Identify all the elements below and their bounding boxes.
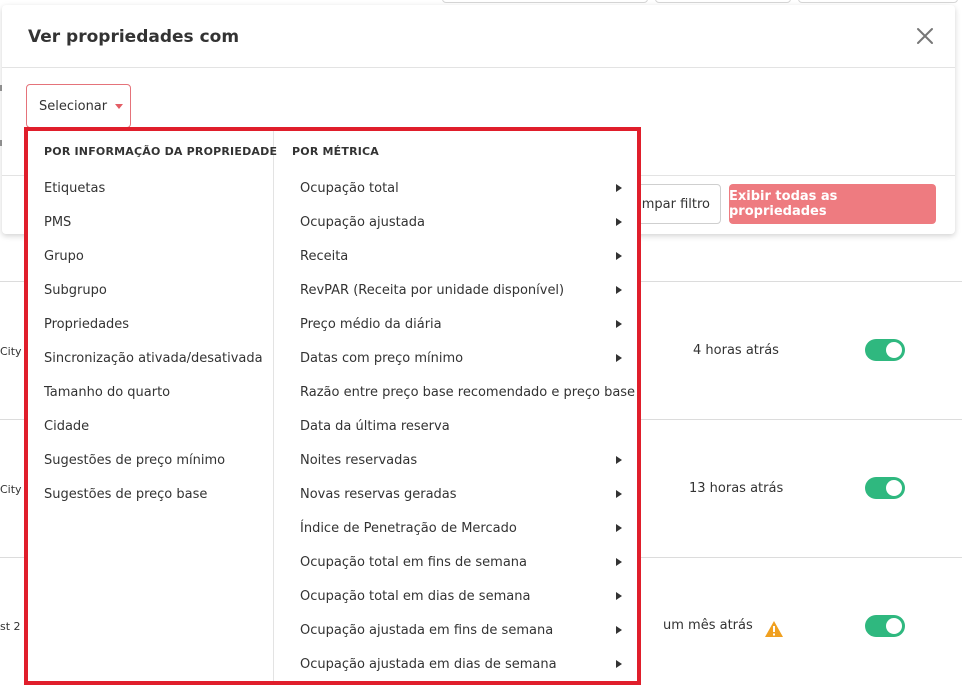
menu-item-label: Ocupação total em fins de semana <box>300 554 528 570</box>
menu-item-label: Subgrupo <box>44 282 107 298</box>
table-row-last-sync: 13 horas atrás <box>689 481 784 496</box>
menu-item-label: Sugestões de preço base <box>44 486 208 502</box>
property-info-item[interactable]: PMS <box>44 205 263 239</box>
chevron-right-icon <box>616 184 622 192</box>
menu-item-label: RevPAR (Receita por unidade disponível) <box>300 282 565 298</box>
metric-item[interactable]: Razão entre preço base recomendado e pre… <box>300 375 635 409</box>
chevron-right-icon <box>616 218 622 226</box>
metric-item[interactable]: Ocupação ajustada <box>300 205 622 239</box>
property-info-item[interactable]: Grupo <box>44 239 263 273</box>
chevron-right-icon <box>616 354 622 362</box>
menu-item-label: Cidade <box>44 418 90 434</box>
menu-item-label: Etiquetas <box>44 180 106 196</box>
menu-item-label: Grupo <box>44 248 84 264</box>
sync-toggle[interactable] <box>865 615 905 637</box>
property-info-item[interactable]: Sugestões de preço base <box>44 477 263 511</box>
sync-toggle[interactable] <box>865 339 905 361</box>
menu-item-label: Ocupação total em dias de semana <box>300 588 531 604</box>
show-all-properties-button[interactable]: Exibir todas as propriedades <box>729 184 936 224</box>
chevron-right-icon <box>616 490 622 498</box>
property-info-column: POR INFORMAÇÃO DA PROPRIEDADE Etiquetas P… <box>28 131 278 681</box>
background-top-button <box>442 0 648 3</box>
property-info-item[interactable]: Cidade <box>44 409 263 443</box>
background-top-button <box>798 0 958 3</box>
metric-item[interactable]: Noites reservadas <box>300 443 622 477</box>
property-info-item[interactable]: Sincronização ativada/desativada <box>44 341 263 375</box>
table-row-last-sync: um mês atrás <box>663 618 753 633</box>
menu-item-label: Preço médio da diária <box>300 316 442 332</box>
property-info-item[interactable]: Sugestões de preço mínimo <box>44 443 263 477</box>
metric-item[interactable]: Ocupação total <box>300 171 622 205</box>
sync-toggle[interactable] <box>865 477 905 499</box>
property-info-list: Etiquetas PMS Grupo Subgrupo Propriedades Sin… <box>44 171 263 511</box>
metric-item[interactable]: Data da última reserva <box>300 409 622 443</box>
menu-item-label: Razão entre preço base recomendado e pre… <box>300 384 636 400</box>
metric-item[interactable]: Receita <box>300 239 622 273</box>
chevron-right-icon <box>616 626 622 634</box>
chevron-right-icon <box>616 252 622 260</box>
metric-item[interactable]: Ocupação ajustada em fins de semana <box>300 613 622 647</box>
menu-item-label: Sincronização ativada/desativada <box>44 350 263 366</box>
chevron-right-icon <box>616 592 622 600</box>
modal-title: Ver propriedades com <box>28 27 240 47</box>
chevron-right-icon <box>616 558 622 566</box>
property-info-header: POR INFORMAÇÃO DA PROPRIEDADE <box>44 145 278 158</box>
chevron-right-icon <box>616 320 622 328</box>
chevron-right-icon <box>616 456 622 464</box>
chevron-right-icon <box>616 524 622 532</box>
metric-item[interactable]: Ocupação ajustada em dias de semana <box>300 647 622 681</box>
menu-item-label: PMS <box>44 214 72 230</box>
toggle-knob <box>886 480 902 496</box>
warning-icon <box>765 621 783 637</box>
menu-item-label: Ocupação ajustada em fins de semana <box>300 622 554 638</box>
property-info-item[interactable]: Etiquetas <box>44 171 263 205</box>
metric-item[interactable]: Novas reservas geradas <box>300 477 622 511</box>
toggle-knob <box>886 342 902 358</box>
menu-item-label: Data da última reserva <box>300 418 450 434</box>
menu-item-label: Tamanho do quarto <box>44 384 171 400</box>
metric-item[interactable]: Preço médio da diária <box>300 307 622 341</box>
metric-list: Ocupação total Ocupação ajustada Receita Re… <box>300 171 635 681</box>
property-info-item[interactable]: Tamanho do quarto <box>44 375 263 409</box>
filter-dropdown-menu: POR INFORMAÇÃO DA PROPRIEDADE Etiquetas P… <box>24 127 641 685</box>
menu-item-label: Propriedades <box>44 316 130 332</box>
select-filter-button[interactable]: Selecionar <box>26 84 131 128</box>
select-filter-label: Selecionar <box>39 98 108 114</box>
chevron-right-icon <box>616 286 622 294</box>
metric-item[interactable]: Ocupação total em dias de semana <box>300 579 622 613</box>
toggle-knob <box>886 618 902 634</box>
menu-item-label: Ocupação ajustada <box>300 214 425 230</box>
close-icon[interactable] <box>914 25 936 47</box>
metric-item[interactable]: Ocupação total em fins de semana <box>300 545 622 579</box>
menu-item-label: Índice de Penetração de Mercado <box>300 520 517 536</box>
table-row-last-sync: 4 horas atrás <box>693 343 779 358</box>
chevron-right-icon <box>616 660 622 668</box>
menu-item-label: Novas reservas geradas <box>300 486 457 502</box>
caret-down-icon <box>115 103 124 109</box>
menu-item-label: Noites reservadas <box>300 452 418 468</box>
menu-item-label: Ocupação total <box>300 180 399 196</box>
metric-item[interactable]: Índice de Penetração de Mercado <box>300 511 622 545</box>
property-info-item[interactable]: Propriedades <box>44 307 263 341</box>
metric-header: POR MÉTRICA <box>292 145 380 158</box>
metric-item[interactable]: Datas com preço mínimo <box>300 341 622 375</box>
menu-item-label: Receita <box>300 248 349 264</box>
metric-item[interactable]: RevPAR (Receita por unidade disponível) <box>300 273 622 307</box>
metric-column: POR MÉTRICA Ocupação total Ocupação ajust… <box>275 131 637 681</box>
menu-item-label: Ocupação ajustada em dias de semana <box>300 656 557 672</box>
property-info-item[interactable]: Subgrupo <box>44 273 263 307</box>
modal-header-divider <box>2 67 955 68</box>
menu-item-label: Sugestões de preço mínimo <box>44 452 226 468</box>
menu-item-label: Datas com preço mínimo <box>300 350 464 366</box>
background-top-button <box>655 0 791 3</box>
